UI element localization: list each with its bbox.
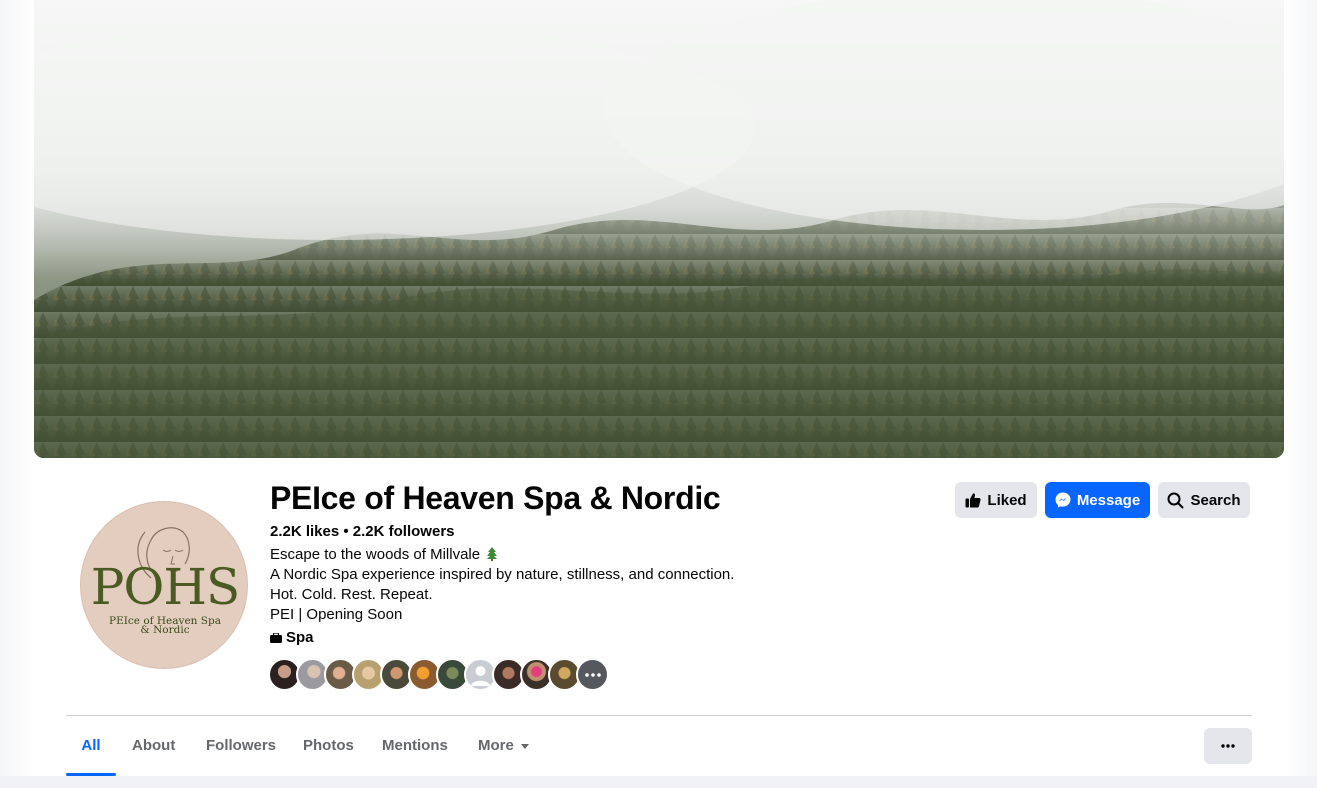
search-icon [1167,492,1184,508]
liked-label: Liked [987,491,1027,509]
bio-line-2: A Nordic Spa experience inspired by natu… [270,566,735,583]
more-options-icon [1221,744,1235,748]
tab-photos[interactable]: Photos [303,727,354,765]
followers-avatar-strip[interactable] [268,658,620,692]
thumbs-up-icon [965,493,981,508]
bio-line-4: PEI | Opening Soon [270,606,403,623]
logo-letters: POHS [90,558,241,616]
category-label: Spa [286,629,314,646]
tab-about[interactable]: About [132,727,175,765]
tab-more[interactable]: More [478,727,529,765]
default-person-icon [471,666,490,686]
tab-followers[interactable]: Followers [206,727,276,765]
tab-all[interactable]: All [66,727,116,765]
cover-photo[interactable] [34,0,1284,458]
tab-mentions[interactable]: Mentions [382,727,448,765]
caret-down-icon [520,743,529,749]
page-title: PEIce of Heaven Spa & Nordic [270,480,721,516]
more-options-button[interactable] [1204,728,1252,764]
bio-line-3: Hot. Cold. Rest. Repeat. [270,586,433,603]
page-category: Spa [270,628,314,648]
feed-background [0,776,1317,788]
bio-line-1: Escape to the woods of Millvale [270,545,498,565]
logo-subtitle-2: & Nordic [140,624,190,636]
search-button[interactable]: Search [1158,482,1250,518]
message-label: Message [1076,491,1141,509]
cover-forest-fog-image [34,0,1284,458]
search-label: Search [1190,491,1241,509]
bio-text-1: Escape to the woods of Millvale [270,546,481,563]
profile-divider [66,715,1252,716]
evergreen-tree-emoji-icon [487,547,498,561]
liked-button[interactable]: Liked [955,482,1037,518]
messenger-icon [1055,492,1071,508]
ellipsis-icon [584,672,601,677]
tab-more-label: More [478,737,514,754]
profile-picture[interactable]: POHS PEIce of Heaven Spa & Nordic [78,499,250,671]
page-logo: POHS PEIce of Heaven Spa & Nordic [80,501,248,669]
more-followers-avatar[interactable] [576,658,609,691]
message-button[interactable]: Message [1045,482,1150,518]
likes-followers-count[interactable]: 2.2K likes • 2.2K followers [270,522,455,542]
active-tab-indicator [66,773,116,776]
category-icon [270,633,282,643]
